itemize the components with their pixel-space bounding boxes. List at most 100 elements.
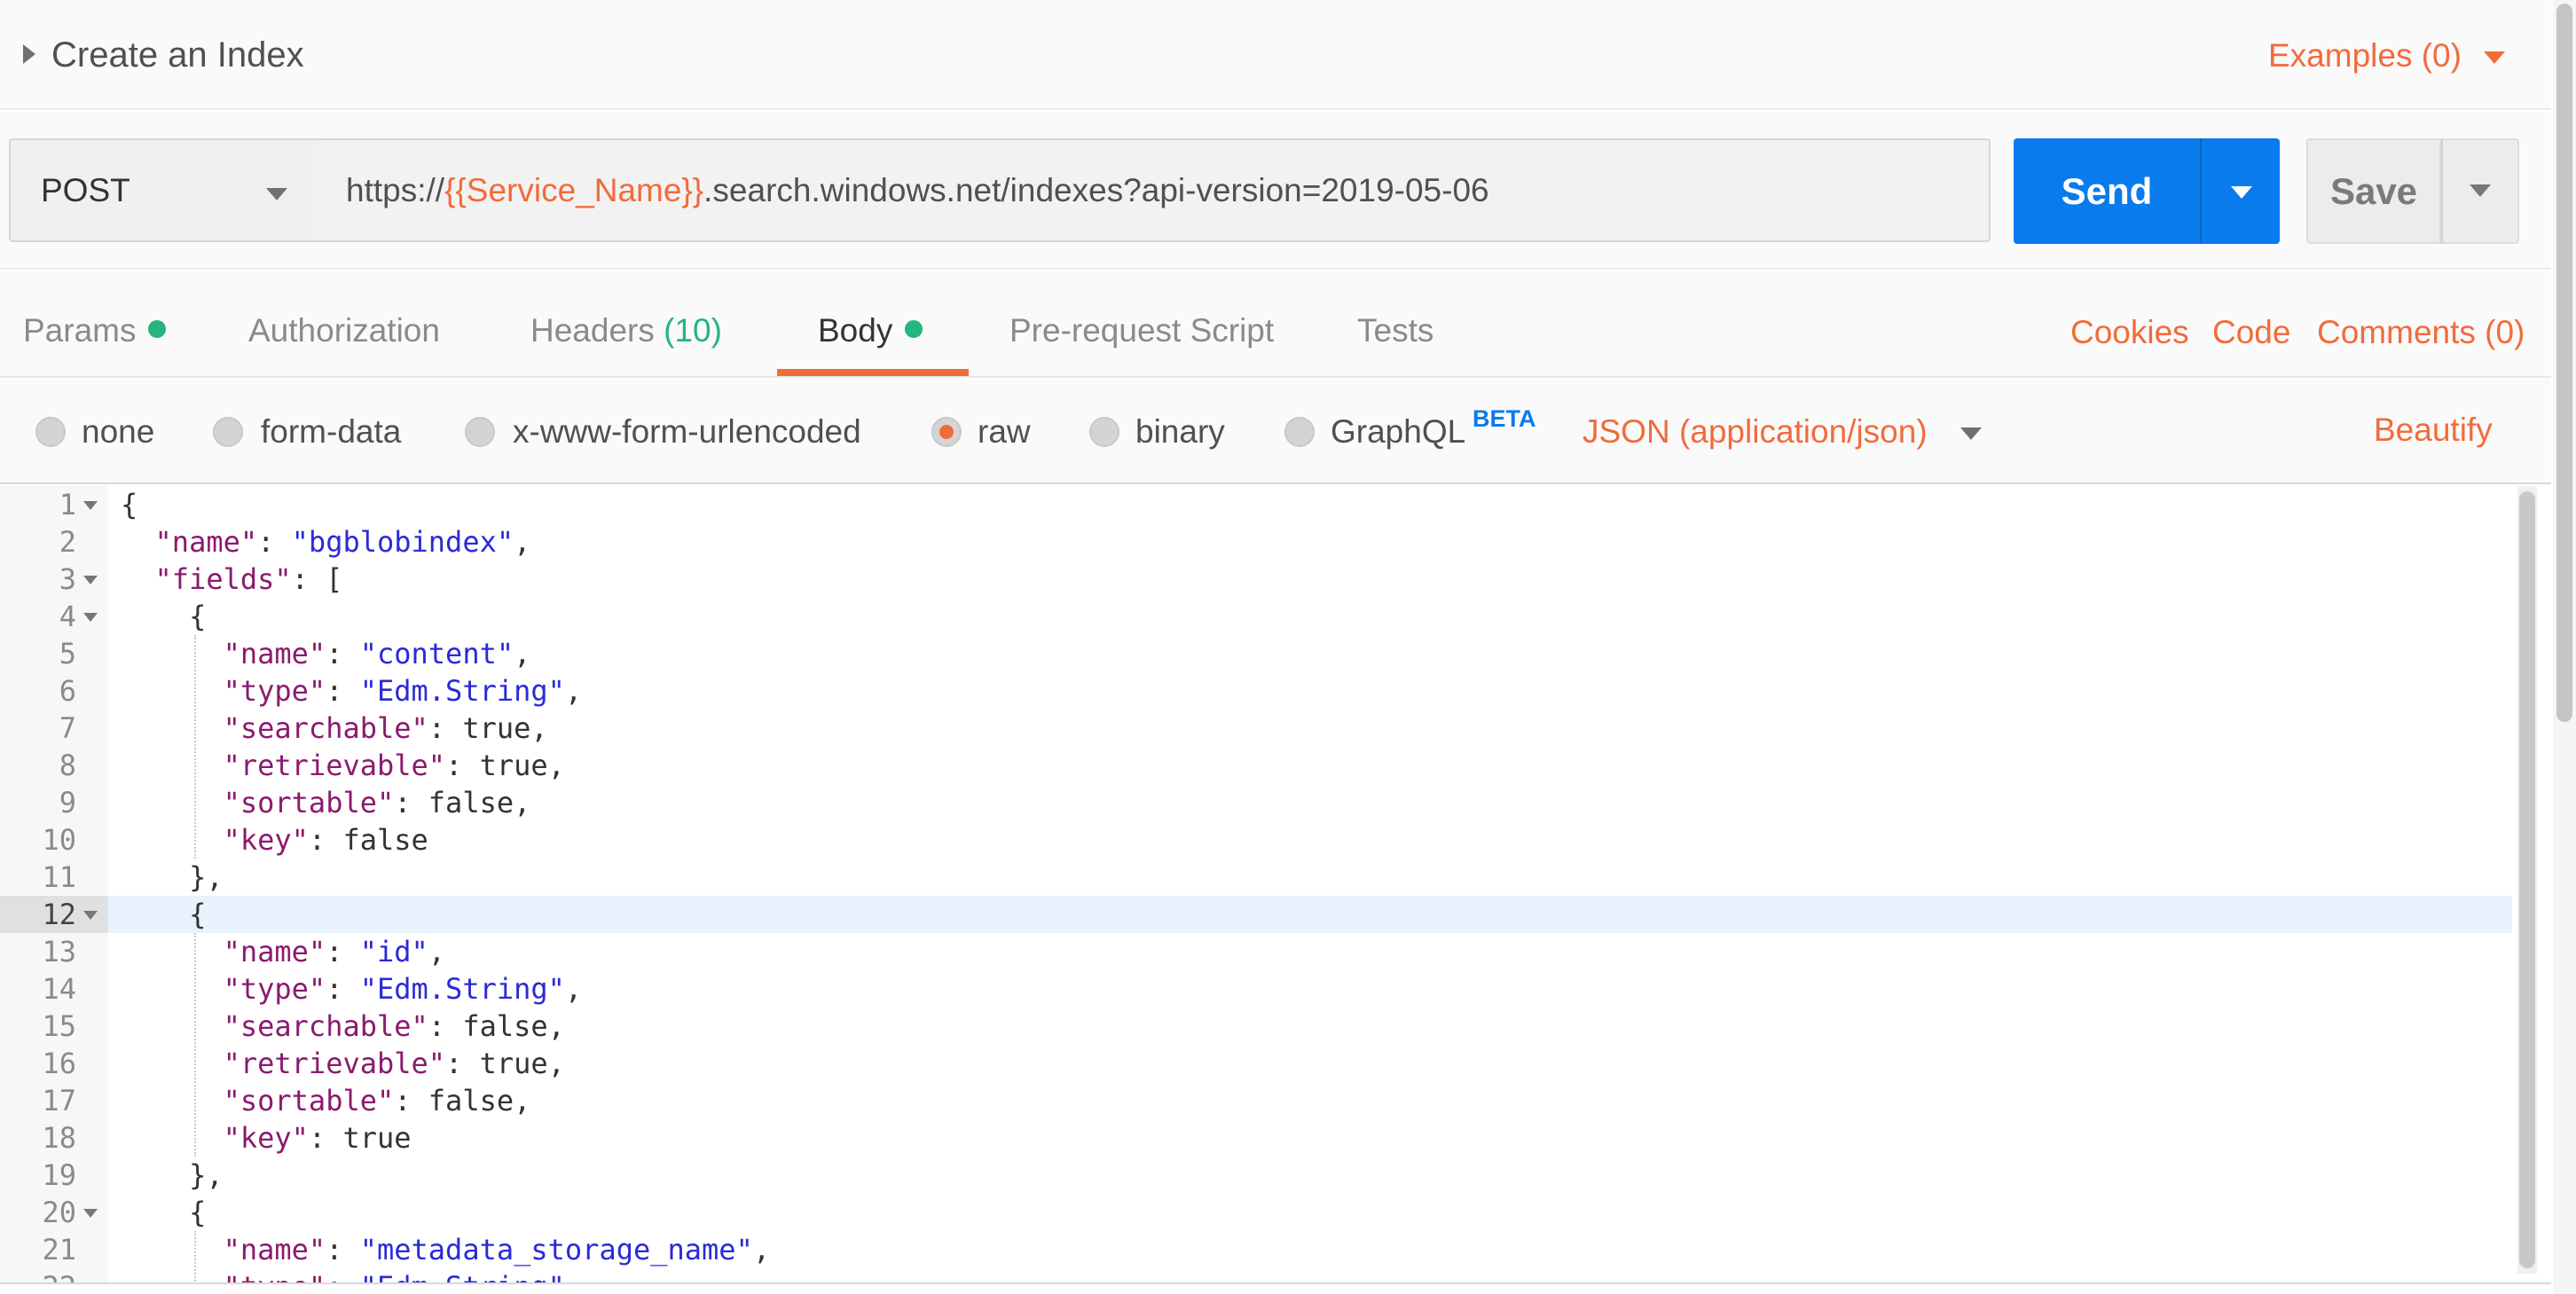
code-link[interactable]: Code: [2212, 310, 2290, 355]
code-line[interactable]: 9 "sortable": false,: [0, 784, 2512, 821]
line-number: 22: [0, 1268, 76, 1282]
send-button[interactable]: Send: [2014, 138, 2200, 244]
request-name[interactable]: Create an Index: [51, 32, 304, 78]
code-text: "fields": [: [154, 562, 343, 596]
editor-scrollbar-thumb[interactable]: [2519, 491, 2535, 1268]
line-number: 21: [42, 1233, 76, 1267]
request-title-bar: Create an Index Examples (0): [0, 0, 2551, 110]
send-options-button[interactable]: [2200, 138, 2280, 244]
line-number: 18: [42, 1121, 76, 1155]
line-number: 16: [42, 1047, 76, 1080]
code-line[interactable]: 17 "sortable": false,: [0, 1082, 2512, 1119]
radio-graphql[interactable]: [1284, 417, 1315, 447]
code-line[interactable]: 1{: [0, 486, 2512, 523]
code-line[interactable]: 4 {: [0, 598, 2512, 635]
code-text: "searchable": true,: [223, 711, 548, 745]
code-line[interactable]: 6 "type": "Edm.String",: [0, 672, 2512, 710]
beautify-button[interactable]: Beautify: [2374, 408, 2493, 452]
line-number: 9: [59, 786, 76, 820]
body-code-editor[interactable]: 1{2 "name": "bgblobindex", 3 "fields": [4…: [0, 486, 2551, 1284]
code-line[interactable]: 14 "type": "Edm.String",: [0, 970, 2512, 1008]
code-line[interactable]: 16 "retrievable": true,: [0, 1045, 2512, 1082]
radio-label-x-www-form-urlencoded[interactable]: x-www-form-urlencoded: [513, 410, 861, 454]
fold-toggle-icon[interactable]: [83, 911, 98, 920]
tab-body[interactable]: Body: [818, 309, 923, 353]
line-number: 13: [42, 935, 76, 969]
indent-guide: [194, 933, 197, 1157]
code-line[interactable]: 5 "name": "content",: [0, 635, 2512, 672]
fold-toggle-icon[interactable]: [83, 1209, 98, 1218]
code-text: "name": "bgblobindex",: [154, 525, 531, 559]
page-scrollbar[interactable]: [2553, 0, 2576, 1294]
code-text: "key": false: [223, 823, 428, 857]
tab-authorization[interactable]: Authorization: [248, 309, 440, 353]
url-suffix: .search.windows.net/indexes?api-version=…: [703, 172, 1489, 208]
code-text: {: [121, 600, 207, 633]
code-line[interactable]: 19 },: [0, 1157, 2512, 1194]
code-line[interactable]: 3 "fields": [: [0, 561, 2512, 598]
comments-link[interactable]: Comments (0): [2317, 310, 2525, 355]
radio-label-form-data[interactable]: form-data: [261, 410, 401, 454]
code-text: {: [121, 488, 138, 522]
line-number: 5: [59, 637, 76, 671]
fold-toggle-icon[interactable]: [83, 576, 98, 584]
chevron-down-icon[interactable]: [1960, 427, 1982, 440]
examples-dropdown-icon[interactable]: [2484, 51, 2505, 64]
code-text: "sortable": false,: [223, 786, 531, 820]
fold-toggle-icon[interactable]: [83, 501, 98, 510]
tab-label: Tests: [1357, 312, 1434, 349]
radio-label-raw[interactable]: raw: [978, 410, 1031, 454]
indent-guide: [194, 635, 197, 859]
radio-form-data[interactable]: [213, 417, 243, 447]
page-scrollbar-thumb[interactable]: [2556, 4, 2572, 722]
tab-params[interactable]: Params: [23, 309, 167, 353]
editor-scrollbar[interactable]: [2517, 486, 2537, 1274]
radio-x-www-form-urlencoded[interactable]: [465, 417, 495, 447]
radio-none[interactable]: [35, 417, 66, 447]
code-line[interactable]: 7 "searchable": true,: [0, 710, 2512, 747]
code-line[interactable]: 22 "type": "Edm.String",: [0, 1268, 2512, 1282]
radio-label-binary[interactable]: binary: [1135, 410, 1225, 454]
expand-caret-icon[interactable]: [23, 44, 35, 64]
tab-label: Body: [818, 312, 893, 349]
tab-tests[interactable]: Tests: [1357, 309, 1433, 353]
code-line[interactable]: 20 {: [0, 1194, 2512, 1231]
tab-label: Headers: [530, 312, 655, 349]
tab-label: Authorization: [248, 312, 440, 349]
fold-toggle-icon[interactable]: [83, 613, 98, 622]
radio-label-none[interactable]: none: [82, 410, 154, 454]
content-type-select[interactable]: JSON (application/json): [1583, 410, 1928, 454]
examples-link[interactable]: Examples (0): [2268, 34, 2462, 78]
tab-label: Params: [23, 312, 137, 349]
save-options-button[interactable]: [2441, 138, 2519, 244]
code-line[interactable]: 11 },: [0, 859, 2512, 896]
save-button[interactable]: Save: [2306, 138, 2441, 244]
radio-label-graphql[interactable]: GraphQL: [1331, 410, 1465, 454]
tab-label: Pre-request Script: [1009, 312, 1275, 349]
url-input[interactable]: https://{{Service_Name}}.search.windows.…: [318, 138, 1991, 242]
code-text: "type": "Edm.String",: [121, 1268, 583, 1282]
line-number: 1: [59, 488, 76, 522]
indent-guide: [194, 1231, 197, 1282]
tab-pre-request-script[interactable]: Pre-request Script: [1009, 309, 1274, 353]
request-tabs: Params Authorization Headers (10) Body P…: [0, 271, 2551, 378]
code-line[interactable]: 21 "name": "metadata_storage_name",: [0, 1231, 2512, 1268]
code-text: },: [121, 1158, 224, 1192]
code-line[interactable]: 15 "searchable": false,: [0, 1008, 2512, 1045]
radio-binary[interactable]: [1089, 417, 1119, 447]
code-line[interactable]: 18 "key": true: [0, 1119, 2512, 1157]
code-line[interactable]: 10 "key": false: [0, 821, 2512, 859]
headers-count-badge: (10): [664, 312, 722, 349]
radio-raw[interactable]: [931, 417, 962, 447]
line-number: 8: [59, 749, 76, 782]
line-number: 7: [59, 711, 76, 745]
code-line[interactable]: 2 "name": "bgblobindex",: [0, 523, 2512, 561]
line-number: 4: [59, 600, 76, 633]
tab-headers[interactable]: Headers (10): [530, 309, 722, 353]
code-line[interactable]: 8 "retrievable": true,: [0, 747, 2512, 784]
cookies-link[interactable]: Cookies: [2070, 310, 2189, 355]
code-line[interactable]: 12 {: [0, 896, 2512, 933]
code-line[interactable]: 13 "name": "id",: [0, 933, 2512, 970]
method-select[interactable]: POST: [9, 138, 319, 242]
code-text: },: [121, 860, 224, 894]
